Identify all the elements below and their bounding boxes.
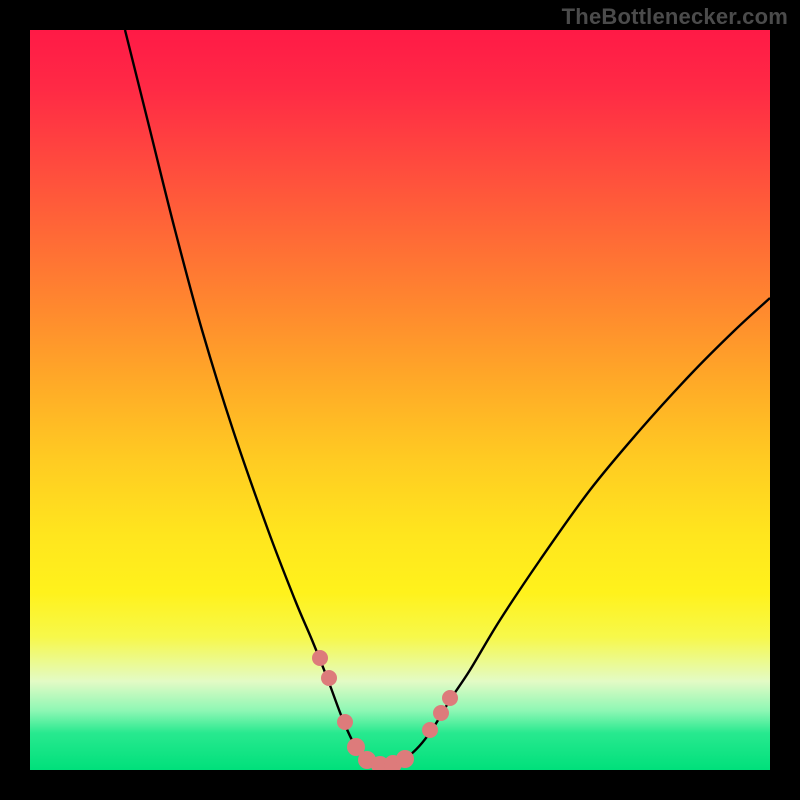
attribution-label: TheBottlenecker.com — [562, 4, 788, 30]
curve-marker — [422, 722, 438, 738]
curve-marker — [433, 705, 449, 721]
plot-area — [30, 30, 770, 770]
curve-marker — [321, 670, 337, 686]
curve-marker — [442, 690, 458, 706]
curve-marker — [396, 750, 414, 768]
curve-marker — [337, 714, 353, 730]
curve-markers — [312, 650, 458, 770]
curve-layer — [30, 30, 770, 770]
bottleneck-curve — [125, 30, 770, 766]
curve-marker — [312, 650, 328, 666]
chart-frame: TheBottlenecker.com — [0, 0, 800, 800]
